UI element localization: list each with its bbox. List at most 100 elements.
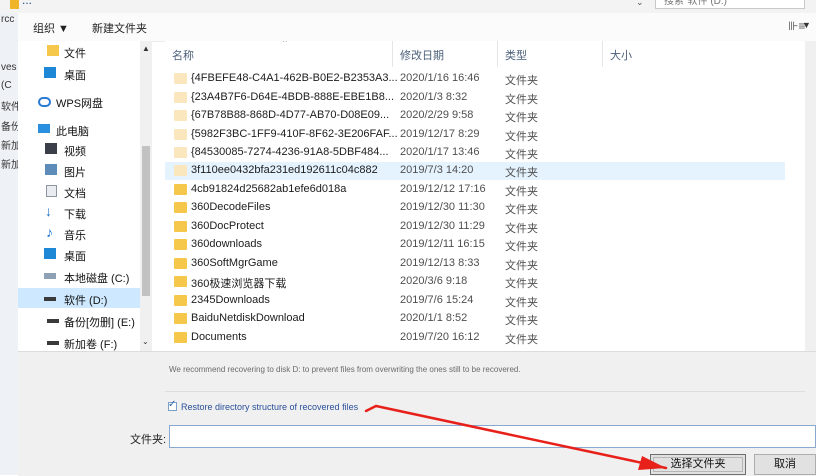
nav-item-music[interactable]: ♪ 音乐 <box>18 223 152 243</box>
file-row[interactable]: 4cb91824d25682ab1efe6d018a 2019/12/12 17:… <box>165 181 785 199</box>
file-type: 文件夹 <box>505 315 538 327</box>
column-divider[interactable] <box>602 41 603 67</box>
chevron-down-icon[interactable]: ▼ <box>802 20 811 30</box>
folder-icon <box>174 313 187 324</box>
nav-item-videos[interactable]: 视频 <box>18 139 152 159</box>
nav-item-drive-d[interactable]: 软件 (D:) <box>18 288 152 308</box>
file-row[interactable]: BaiduNetdiskDownload 2020/1/1 8:52 文件夹 <box>165 310 785 328</box>
cloud-icon <box>38 97 51 107</box>
folder-icon <box>174 239 187 250</box>
nav-item-label: 新加卷 (F:) <box>64 339 118 351</box>
file-row[interactable]: 360SoftMgrGame 2019/12/13 8:33 文件夹 <box>165 255 785 273</box>
file-type: 文件夹 <box>505 334 538 346</box>
desktop-icon <box>44 67 56 78</box>
column-header-type[interactable]: 类型 <box>505 47 527 63</box>
file-name: 360downloads <box>191 238 262 250</box>
nav-item-desktop-2[interactable]: 桌面 <box>18 244 152 264</box>
column-header-size[interactable]: 大小 <box>610 47 632 63</box>
scroll-up-icon[interactable]: ▲ <box>142 44 150 53</box>
folder-icon <box>174 276 187 287</box>
file-name: 4cb91824d25682ab1efe6d018a <box>191 183 347 195</box>
drive-icon <box>47 319 59 323</box>
scroll-down-icon[interactable]: ⌄ <box>142 337 149 346</box>
background-text: rcc <box>1 14 15 25</box>
scrollbar-thumb[interactable] <box>142 146 150 296</box>
drive-icon <box>44 273 56 279</box>
divider <box>165 391 805 392</box>
nav-item-desktop[interactable]: 桌面 <box>18 63 152 83</box>
restore-structure-label[interactable]: Restore directory structure of recovered… <box>181 402 358 412</box>
file-modified: 2019/12/12 17:16 <box>400 183 486 195</box>
column-header-name[interactable]: 名称 <box>172 47 194 63</box>
nav-item-label: 软件 (D:) <box>64 295 108 307</box>
download-icon: ↓ <box>45 203 52 219</box>
file-name: {5982F3BC-1FF9-410F-8F62-3E206FAF... <box>191 128 398 140</box>
file-row-selected[interactable]: 3f110ee0432bfa231ed192611c04c882 2019/7/3… <box>165 162 785 180</box>
nav-item-downloads[interactable]: ↓ 下载 <box>18 202 152 222</box>
nav-item-label: 此电脑 <box>56 126 89 138</box>
file-type: 文件夹 <box>505 260 538 272</box>
file-row[interactable]: {5982F3BC-1FF9-410F-8F62-3E206FAF... 2019… <box>165 126 785 144</box>
file-row[interactable]: 360downloads 2019/12/11 16:15 文件夹 <box>165 236 785 254</box>
nav-item-drive-c[interactable]: 本地磁盘 (C:) <box>18 266 152 286</box>
column-divider[interactable] <box>392 41 393 67</box>
folder-icon <box>174 73 187 84</box>
chevron-down-icon[interactable]: ⌄ <box>636 0 644 8</box>
nav-scrollbar[interactable]: ▲ ⌄ <box>140 41 152 351</box>
folder-icon <box>47 45 59 56</box>
file-name: {67B78B88-868D-4D77-AB70-D08E09... <box>191 109 390 121</box>
select-folder-button[interactable]: 选择文件夹 <box>650 454 746 475</box>
file-row[interactable]: 360DecodeFiles 2019/12/30 11:30 文件夹 <box>165 199 785 217</box>
nav-item-this-pc[interactable]: 此电脑 <box>18 119 152 139</box>
organize-button[interactable]: 组织 ▼ <box>33 20 69 36</box>
folder-field-label: 文件夹: <box>130 434 167 446</box>
nav-item-pictures[interactable]: 图片 <box>18 160 152 180</box>
nav-item-drive-e[interactable]: 备份[勿删] (E:) <box>18 310 152 330</box>
nav-item-documents[interactable]: 文档 <box>18 181 152 201</box>
file-name: {23A4B7F6-D64E-4BDB-888E-EBE1B8... <box>191 91 395 103</box>
file-list: ^ 名称 修改日期 类型 大小 {4FBEFE48-C4A1-462B-B0E2… <box>165 41 805 351</box>
file-type: 文件夹 <box>505 149 538 161</box>
file-modified: 2020/1/17 13:46 <box>400 146 480 158</box>
sort-ascending-icon: ^ <box>283 41 287 47</box>
file-type: 文件夹 <box>505 278 538 290</box>
cancel-button[interactable]: 取消 <box>754 454 816 475</box>
file-name: 360极速浏览器下载 <box>191 278 287 290</box>
file-row[interactable]: 360极速浏览器下载 2020/3/6 9:18 文件夹 <box>165 273 785 291</box>
file-type: 文件夹 <box>505 167 538 179</box>
file-row[interactable]: 360DocProtect 2019/12/30 11:29 文件夹 <box>165 218 785 236</box>
music-icon: ♪ <box>46 224 53 240</box>
file-modified: 2020/1/3 8:32 <box>400 91 468 103</box>
new-folder-button[interactable]: 新建文件夹 <box>92 20 147 36</box>
nav-item-label: 图片 <box>64 167 86 179</box>
file-row[interactable]: {67B78B88-868D-4D77-AB70-D08E09... 2020/2… <box>165 107 785 125</box>
folder-input[interactable] <box>169 425 816 448</box>
file-type: 文件夹 <box>505 94 538 106</box>
file-row[interactable]: {23A4B7F6-D64E-4BDB-888E-EBE1B8... 2020/1… <box>165 89 785 107</box>
file-row[interactable]: {4FBEFE48-C4A1-462B-B0E2-B2353A3... 2020/… <box>165 70 785 88</box>
nav-item-drive-f[interactable]: 新加卷 (F:) <box>18 332 152 351</box>
nav-item-files[interactable]: 文件 <box>18 41 152 61</box>
file-type: 文件夹 <box>505 204 538 216</box>
file-list-scrollbar[interactable] <box>805 41 816 351</box>
file-modified: 2019/12/30 11:29 <box>400 220 485 232</box>
column-divider[interactable] <box>497 41 498 67</box>
file-type: 文件夹 <box>505 75 538 87</box>
folder-icon <box>174 110 187 121</box>
file-row[interactable]: {84530085-7274-4236-91A8-5DBF484... 2020/… <box>165 144 785 162</box>
computer-icon <box>38 124 50 133</box>
nav-item-wps[interactable]: WPS网盘 <box>18 91 152 111</box>
file-modified: 2019/12/11 16:15 <box>400 238 485 250</box>
nav-item-label: WPS网盘 <box>56 98 104 110</box>
file-modified: 2019/12/30 11:30 <box>400 201 485 213</box>
file-row[interactable]: Documents 2019/7/20 16:12 文件夹 <box>165 329 785 347</box>
file-row[interactable]: 2345Downloads 2019/7/6 15:24 文件夹 <box>165 292 785 310</box>
file-modified: 2020/3/6 9:18 <box>400 275 468 287</box>
address-path[interactable]: ... <box>22 0 32 7</box>
navigation-pane: 文件 桌面 WPS网盘 此电脑 视频 图片 文档 ↓ 下载 ♪ 音乐 桌面 本地… <box>18 41 152 351</box>
column-header-modified[interactable]: 修改日期 <box>400 47 444 63</box>
address-bar: ... ⌄ 搜索"软件 (D:)" <box>0 0 816 13</box>
video-icon <box>45 143 57 154</box>
search-input[interactable]: 搜索"软件 (D:)" <box>655 0 805 9</box>
nav-item-label: 备份[勿删] (E:) <box>64 317 135 329</box>
